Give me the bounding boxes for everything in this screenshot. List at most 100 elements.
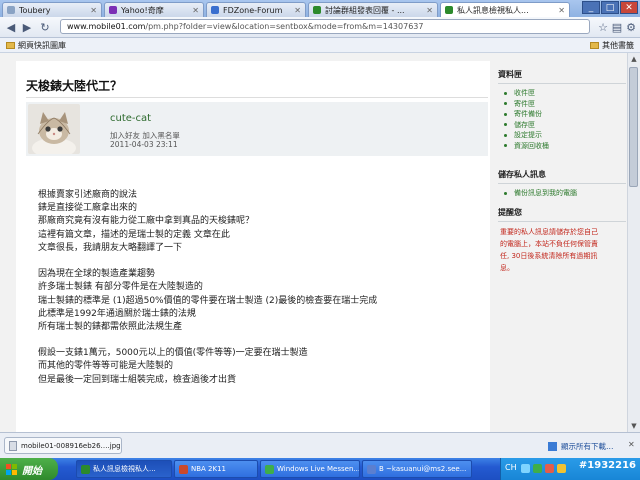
sidebar-link[interactable]: 寄件備份 [514,109,542,120]
star-icon[interactable]: ☆ [596,20,610,34]
message-title: 天梭錶大陸代工？ [26,79,123,93]
taskbar-button-messenger[interactable]: Windows Live Messen... [260,460,360,478]
start-button[interactable]: 開始 [0,458,58,480]
divider [498,83,626,84]
bookmark-web-slice[interactable]: 網頁快訊圖庫 [6,40,66,51]
scroll-up-icon[interactable]: ▲ [628,53,640,65]
tab-close-icon[interactable]: ✕ [294,6,301,15]
download-item[interactable]: mobile01-008916eb26….jpg [4,437,122,454]
download-shelf: mobile01-008916eb26….jpg 顯示所有下載… ✕ [0,432,640,459]
url-path: /pm.php?folder=view&location=sentbox&mod… [145,22,424,31]
nba-game-icon [179,464,188,474]
tab-bar: Toubery ✕ Yahoo!奇摩 ✕ FDZone-Forum ✕ 討論群組… [0,0,640,17]
bullet-icon [504,144,507,148]
scroll-down-icon[interactable]: ▼ [628,420,640,432]
sidebar-item-outbox[interactable]: 寄件匣 [498,99,626,110]
tab-label: 討論群組發表回覆 - ... [325,5,405,15]
maximize-button[interactable]: □ [601,1,619,14]
fdzone-favicon-icon [211,6,219,14]
show-all-downloads-link[interactable]: 顯示所有下載… [548,441,614,452]
volume-icon[interactable] [545,464,554,473]
close-download-shelf-icon[interactable]: ✕ [628,440,635,449]
scrollbar-thumb[interactable] [629,67,638,187]
close-window-button[interactable]: ✕ [620,1,638,14]
address-bar[interactable]: www.mobile01.com/pm.php?folder=view&loca… [60,19,590,34]
tab-private-message[interactable]: 私人訊息檢視私人... ✕ [440,2,570,17]
sidebar-item-backup[interactable]: 備份訊息到我的電腦 [498,188,626,199]
taskbar: 開始 私人訊息檢視私人... NBA 2K11 Windows Live Mes… [0,458,640,480]
message-body: 根據賣家引述廠商的說法 錶是直接從工廠拿出來的 那廠商究竟有沒有能力從工廠中拿到… [38,189,478,387]
sidebar-link[interactable]: 收件匣 [514,88,535,99]
sidebar-link[interactable]: 儲存匣 [514,120,535,131]
divider [498,221,626,222]
tab-close-icon[interactable]: ✕ [426,6,433,15]
bookmarks-bar: 網頁快訊圖庫 其他書籤 [0,38,640,53]
body-line: 但是最後一定回到瑞士組裝完成，檢查過後才出貨 [38,374,237,385]
overlay-id: #1932216 [578,460,636,471]
minimize-button[interactable]: _ [582,1,600,14]
messenger-icon [265,464,274,474]
notice-line: 任, 30日後系統清除所有過期訊 [500,252,598,260]
tab-fdzone[interactable]: FDZone-Forum ✕ [206,2,306,17]
tab-close-icon[interactable]: ✕ [90,6,97,15]
security-icon[interactable] [557,464,566,473]
download-filename: mobile01-008916eb26….jpg [21,441,121,450]
show-all-label: 顯示所有下載… [561,442,614,451]
avatar[interactable] [28,104,80,154]
chrome-icon [81,464,90,474]
vertical-scrollbar[interactable]: ▲ ▼ [627,53,640,432]
bullet-icon [504,133,507,137]
sidebar-item-settings[interactable]: 設定提示 [498,130,626,141]
bullet-icon [504,112,507,116]
forward-arrow-icon[interactable]: ▶ [20,20,34,34]
taskbar-button-label: B ~kasuanui@ms2.see... [379,465,467,473]
windows-logo-icon [6,463,17,475]
mobile01-favicon-icon [445,6,453,14]
message-panel: 天梭錶大陸代工？ cute-cat 加入好友 加入黑名單 2011-04-03 … [16,61,490,432]
folder-icon [590,42,599,49]
window-controls: _ □ ✕ [582,1,638,14]
sidebar-item-inbox[interactable]: 收件匣 [498,88,626,99]
taskbar-button-chrome[interactable]: 私人訊息檢視私人... [76,460,172,478]
tab-toubery[interactable]: Toubery ✕ [2,2,102,17]
sidebar-item-trash[interactable]: 資源回收桶 [498,141,626,152]
tab-yahoo[interactable]: Yahoo!奇摩 ✕ [104,2,204,17]
body-line: 許多瑞士製錶 有部分零件是在大陸製造的 [38,282,203,293]
bullet-icon [504,123,507,127]
back-arrow-icon[interactable]: ◀ [4,20,18,34]
bullet-icon [504,102,507,106]
body-line: 瑞士製錶的標準是 (1)超過50%價值的零件要在瑞士製造 (2)最後的檢查要在瑞… [38,295,378,306]
taskbar-button-chat[interactable]: B ~kasuanui@ms2.see... [362,460,472,478]
taskbar-button-label: NBA 2K11 [191,465,227,473]
network-icon[interactable] [521,464,530,473]
notice-line: 重要的私人訊息請儲存於您自己 [500,228,598,236]
tab-close-icon[interactable]: ✕ [192,6,199,15]
bookmark-other[interactable]: 其他書籤 [590,40,634,51]
sidebar-item-saved[interactable]: 儲存匣 [498,120,626,131]
browser-toolbar: ◀ ▶ ↻ www.mobile01.com/pm.php?folder=vie… [0,17,640,38]
language-indicator[interactable]: CH [505,463,517,472]
page-menu-icon[interactable]: ▤ [610,20,624,34]
bullet-icon [504,91,507,95]
sender-name[interactable]: cute-cat [110,113,151,124]
sidebar-link[interactable]: 資源回收桶 [514,141,549,152]
tab-close-icon[interactable]: ✕ [558,6,565,15]
notice-line: 息。 [500,264,514,272]
sidebar-link[interactable]: 寄件匣 [514,99,535,110]
sidebar-link[interactable]: 備份訊息到我的電腦 [514,188,577,199]
tray-icons [521,464,566,473]
tab-forum-reply[interactable]: 討論群組發表回覆 - ... ✕ [308,2,438,17]
sidebar-link[interactable]: 設定提示 [514,130,542,141]
bookmark-label: 其他書籤 [602,41,634,50]
taskbar-button-nba[interactable]: NBA 2K11 [174,460,258,478]
wrench-icon[interactable]: ⚙ [624,20,638,34]
body-line: 根據賣家引述廠商的說法 [38,190,138,200]
section-heading: 資料匣 [498,70,522,79]
body-line: 文章很長，我請朋友大略翻譯了一下 [38,242,183,253]
sidebar-item-sent[interactable]: 寄件備份 [498,109,626,120]
body-line: 因為現在全球的製造產業趨勢 [38,269,156,280]
notice-text: 重要的私人訊息請儲存於您自己 的電腦上，本站不負任何保管責 任, 30日後系統清… [498,226,626,274]
messenger-tray-icon[interactable] [533,464,542,473]
reload-icon[interactable]: ↻ [38,20,52,34]
mailbox-section: 資料匣 收件匣 寄件匣 寄件備份 儲存匣 設定提示 資源回收桶 [498,69,626,151]
